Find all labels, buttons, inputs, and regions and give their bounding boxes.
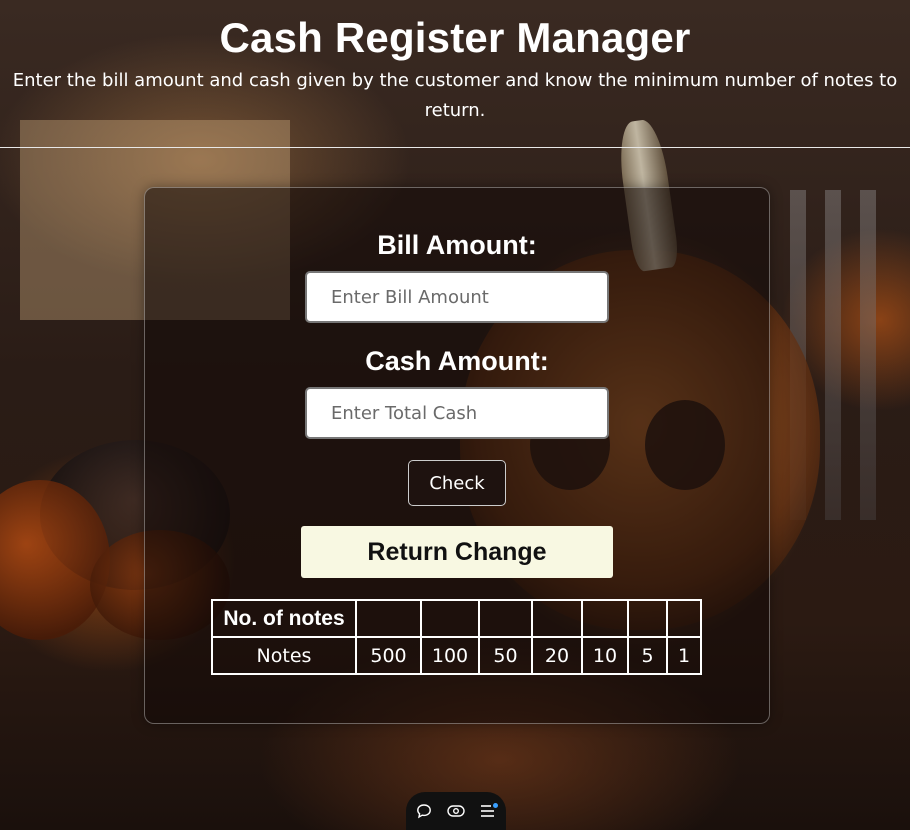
table-row-notes: Notes 500 100 50 20 10 5 1 [211, 636, 702, 675]
notes-table: No. of notes Notes 500 100 50 20 10 5 1 [211, 599, 702, 675]
eye-icon[interactable] [446, 801, 466, 821]
bill-amount-label: Bill Amount: [377, 230, 537, 260]
menu-icon[interactable] [478, 801, 498, 821]
background-pumpkin [0, 480, 110, 640]
no-of-notes-cell [581, 599, 629, 638]
denomination-cell: 20 [531, 636, 583, 675]
check-button[interactable]: Check [408, 460, 506, 506]
denomination-cell: 5 [627, 636, 668, 675]
no-of-notes-cell [627, 599, 668, 638]
cash-amount-input[interactable] [305, 387, 609, 439]
table-row-no-of-notes: No. of notes [211, 599, 702, 638]
no-of-notes-cell [420, 599, 480, 638]
denomination-cell: 500 [355, 636, 422, 675]
no-of-notes-cell [666, 599, 702, 638]
denomination-cell: 1 [666, 636, 702, 675]
comment-icon[interactable] [414, 801, 434, 821]
denomination-cell: 10 [581, 636, 629, 675]
background-railing [860, 190, 876, 520]
cash-amount-label: Cash Amount: [365, 346, 549, 376]
page-header: Cash Register Manager Enter the bill amo… [0, 0, 910, 148]
notification-dot [493, 803, 498, 808]
no-of-notes-header: No. of notes [211, 599, 357, 638]
bill-amount-input[interactable] [305, 271, 609, 323]
floating-toolbar [406, 792, 506, 830]
background-railing [790, 190, 806, 520]
denomination-cell: 50 [478, 636, 533, 675]
background-railing [825, 190, 841, 520]
denomination-cell: 100 [420, 636, 480, 675]
page-subtitle: Enter the bill amount and cash given by … [12, 70, 898, 121]
no-of-notes-cell [531, 599, 583, 638]
cash-register-card: Bill Amount: Cash Amount: Check Return C… [144, 187, 770, 724]
no-of-notes-cell [355, 599, 422, 638]
page-title: Cash Register Manager [219, 14, 691, 61]
no-of-notes-cell [478, 599, 533, 638]
notes-header: Notes [211, 636, 357, 675]
return-change-heading: Return Change [301, 526, 613, 578]
